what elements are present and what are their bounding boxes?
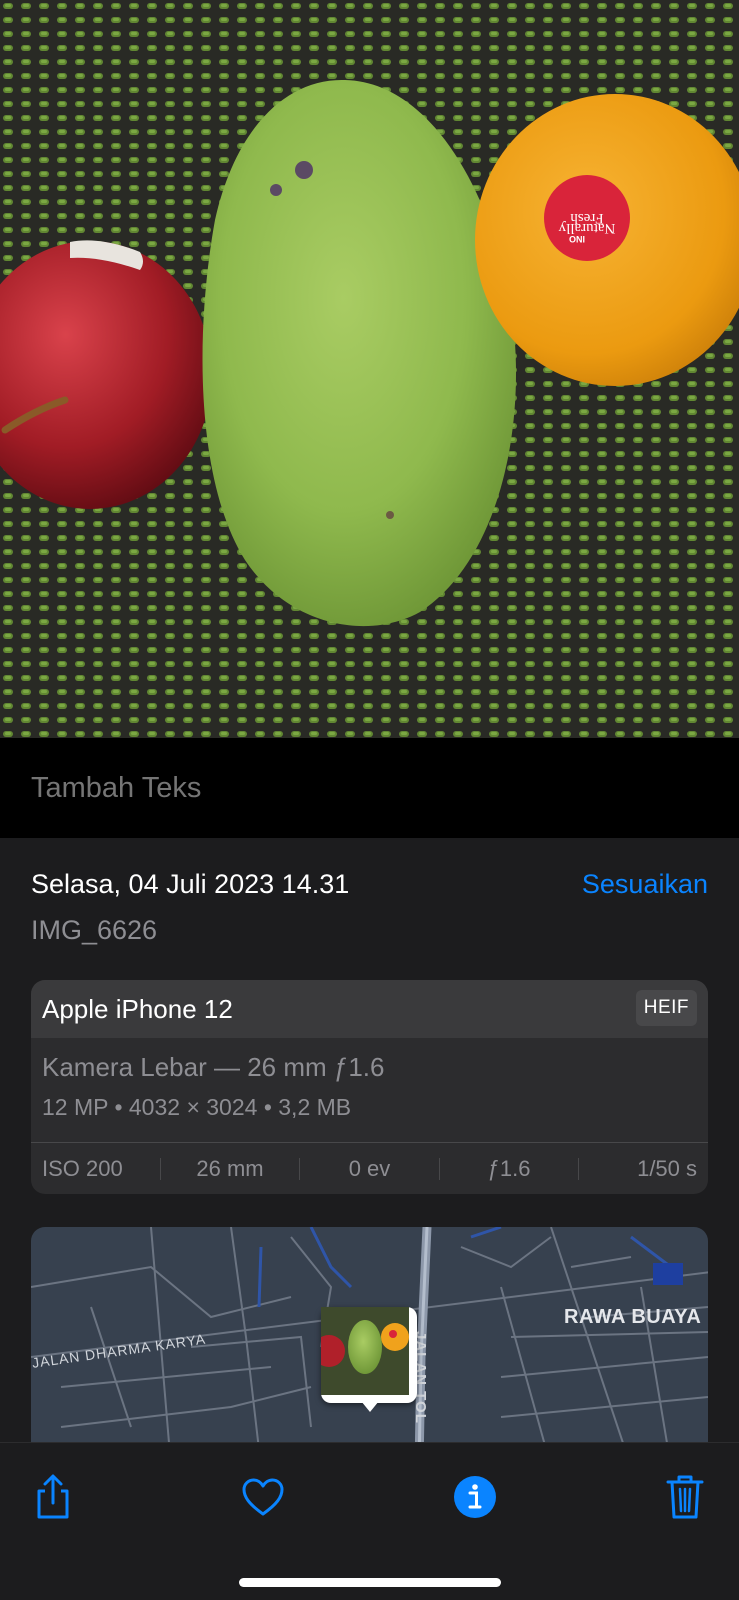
home-indicator [239,1578,501,1587]
info-panel: Selasa, 04 Juli 2023 14.31 Sesuaikan IMG… [0,838,739,1442]
exif-shutter-speed: 1/50 s [637,1155,698,1181]
bottom-toolbar [0,1442,739,1600]
file-name: IMG_6626 [31,915,158,945]
svg-text:Fresh: Fresh [570,210,604,226]
fruit-photo: Naturally Fresh INO [0,0,739,738]
share-icon [37,1474,69,1519]
favorite-button[interactable] [235,1469,291,1525]
map-pin-thumbnail [321,1307,409,1395]
photo-date: Selasa, 04 Juli 2023 14.31 [31,869,350,899]
lens-info: Kamera Lebar — 26 mm ƒ1.6 [42,1052,385,1082]
delete-button[interactable] [657,1469,713,1525]
heart-icon [242,1478,284,1516]
map-label-area: RAWA BUAYA [564,1306,702,1328]
map-photo-pin[interactable] [321,1307,417,1412]
location-map[interactable]: RAWA BUAYA JALAN DHARMA KARYA JALAN TOL [31,1227,708,1442]
image-specs: 12 MP • 4032 × 3024 • 3,2 MB [42,1094,352,1120]
info-button[interactable] [447,1469,503,1525]
exif-aperture: ƒ1.6 [487,1155,531,1181]
exif-exposure: 0 ev [348,1155,391,1181]
svg-text:INO: INO [569,234,585,244]
info-icon [454,1476,496,1518]
camera-info-card: Apple iPhone 12 HEIF Kamera Lebar — 26 m… [31,980,708,1194]
caption-bar [0,738,739,838]
trash-icon [666,1475,704,1519]
exif-row: ISO 200 26 mm 0 ev ƒ1.6 1/50 s [31,1143,708,1194]
adjust-date-button[interactable]: Sesuaikan [582,869,708,900]
caption-input[interactable] [31,768,631,808]
map-pin-tail [361,1401,379,1412]
format-badge: HEIF [635,990,697,1026]
share-button[interactable] [25,1469,81,1525]
exif-focal-length: 26 mm [196,1155,264,1181]
exif-iso: ISO 200 [42,1155,123,1181]
device-name: Apple iPhone 12 [42,994,233,1024]
photo-viewer[interactable]: Naturally Fresh INO [0,0,739,738]
camera-card-header: Apple iPhone 12 HEIF [31,980,708,1038]
